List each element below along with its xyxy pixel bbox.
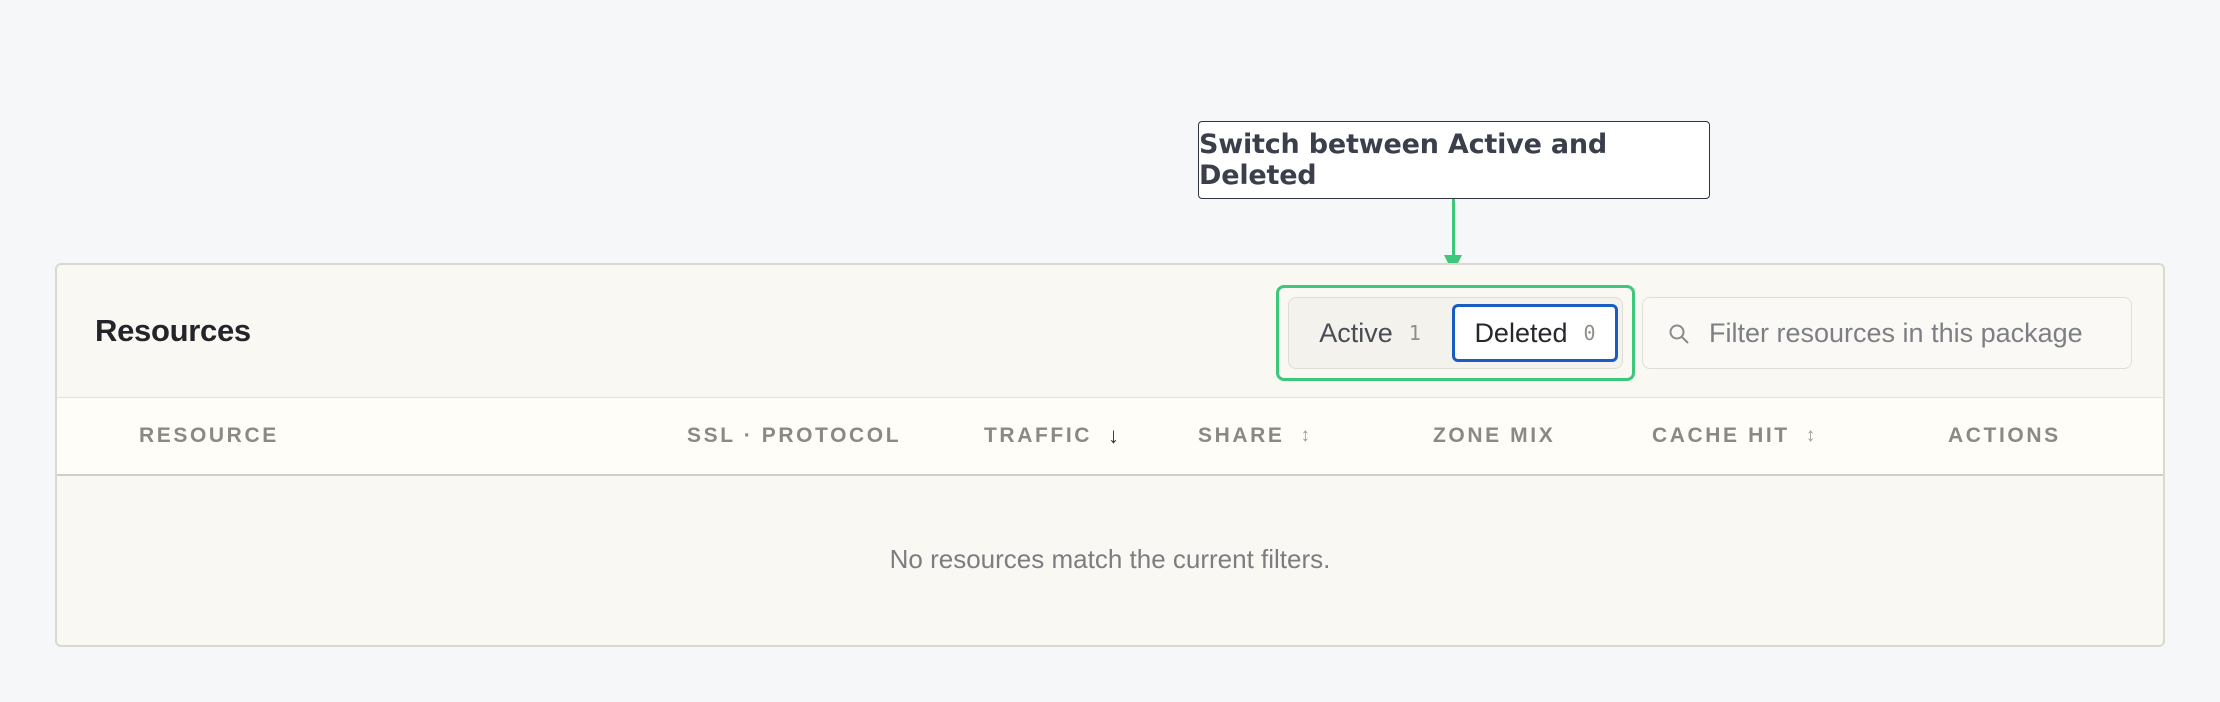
empty-message: No resources match the current filters. xyxy=(889,544,1331,574)
callout-tooltip: Switch between Active and Deleted xyxy=(1198,121,1710,199)
column-label: RESOURCE xyxy=(139,424,279,447)
column-zone-mix: ZONE MIX xyxy=(1433,398,1555,474)
panel-header: Resources Active 1 Deleted 0 xyxy=(57,265,2163,398)
table-header: RESOURCE SSL · PROTOCOL TRAFFIC ↓ SHARE … xyxy=(57,398,2163,476)
column-label: CACHE HIT xyxy=(1652,424,1790,447)
tab-deleted-label: Deleted xyxy=(1474,317,1568,348)
column-label: SSL · PROTOCOL xyxy=(687,424,902,447)
column-traffic[interactable]: TRAFFIC ↓ xyxy=(984,398,1119,474)
resources-panel: Resources Active 1 Deleted 0 Filter reso… xyxy=(55,263,2165,647)
column-ssl-protocol: SSL · PROTOCOL xyxy=(687,398,901,474)
callout-text: Switch between Active and Deleted xyxy=(1199,129,1608,191)
column-share[interactable]: SHARE ↕ xyxy=(1198,398,1310,474)
tab-deleted[interactable]: Deleted 0 xyxy=(1452,304,1618,362)
sort-toggle-icon[interactable]: ↕ xyxy=(1301,425,1311,447)
callout-connector xyxy=(1452,199,1455,257)
status-segmented-control: Active 1 Deleted 0 xyxy=(1288,297,1623,369)
column-label: ACTIONS xyxy=(1948,424,2061,447)
tab-deleted-count: 0 xyxy=(1583,321,1596,345)
column-resource: RESOURCE xyxy=(139,398,279,474)
column-label: SHARE xyxy=(1198,424,1285,447)
column-cache-hit[interactable]: CACHE HIT ↕ xyxy=(1652,398,1815,474)
search-box[interactable] xyxy=(1642,297,2132,369)
tab-active-count: 1 xyxy=(1408,321,1421,345)
tab-active-label: Active xyxy=(1319,317,1393,348)
column-label: ZONE MIX xyxy=(1433,424,1556,447)
search-icon xyxy=(1669,324,1689,344)
panel-title: Resources xyxy=(95,313,251,348)
tab-active[interactable]: Active 1 xyxy=(1295,304,1445,362)
empty-state: No resources match the current filters. xyxy=(57,476,2163,645)
sort-desc-icon[interactable]: ↓ xyxy=(1108,423,1119,449)
page: Switch between Active and Deleted Resour… xyxy=(0,0,2220,702)
sort-toggle-icon[interactable]: ↕ xyxy=(1806,425,1816,447)
search-input[interactable] xyxy=(1709,298,2119,368)
column-actions: ACTIONS xyxy=(1948,398,2061,474)
column-label: TRAFFIC xyxy=(984,424,1093,447)
